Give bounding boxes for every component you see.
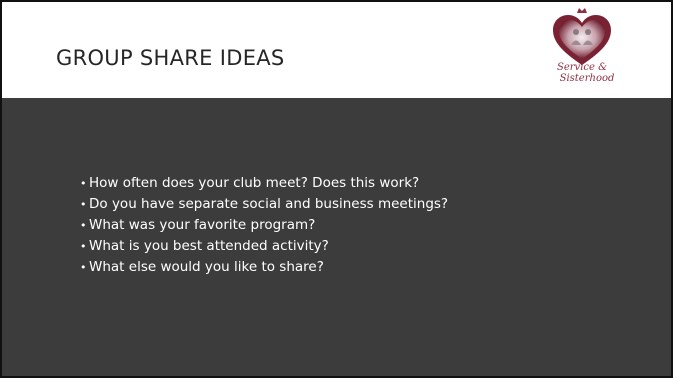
- bullet-dot-icon: •: [80, 240, 87, 253]
- bullet-dot-icon: •: [80, 177, 87, 190]
- bullet-item: • Do you have separate social and busines…: [80, 194, 448, 215]
- slide-title: GROUP SHARE IDEAS: [56, 46, 285, 70]
- bullet-text: What was your favorite program?: [89, 217, 316, 233]
- logo-text-service: Service &: [557, 62, 607, 73]
- bullet-list: • How often does your club meet? Does thi…: [80, 173, 448, 278]
- bullet-dot-icon: •: [80, 261, 87, 274]
- bullet-item: • What else would you like to share?: [80, 257, 448, 278]
- logo-text-sisterhood: Sisterhood: [559, 73, 615, 84]
- slide: GROUP SHARE IDEAS Service & Sisterhood •…: [0, 0, 673, 378]
- slide-body: • How often does your club meet? Does thi…: [2, 98, 671, 376]
- slide-header: GROUP SHARE IDEAS Service & Sisterhood: [2, 2, 671, 98]
- bullet-text: Do you have separate social and business…: [89, 196, 449, 212]
- bullet-text: What else would you like to share?: [89, 259, 324, 275]
- bullet-text: How often does your club meet? Does this…: [89, 175, 420, 191]
- bullet-dot-icon: •: [80, 219, 87, 232]
- bullet-text: What is you best attended activity?: [89, 238, 329, 254]
- bullet-dot-icon: •: [80, 198, 87, 211]
- bullet-item: • What is you best attended activity?: [80, 236, 448, 257]
- heart-logo-icon: Service & Sisterhood: [539, 5, 625, 91]
- bullet-item: • What was your favorite program?: [80, 215, 448, 236]
- bullet-item: • How often does your club meet? Does thi…: [80, 173, 448, 194]
